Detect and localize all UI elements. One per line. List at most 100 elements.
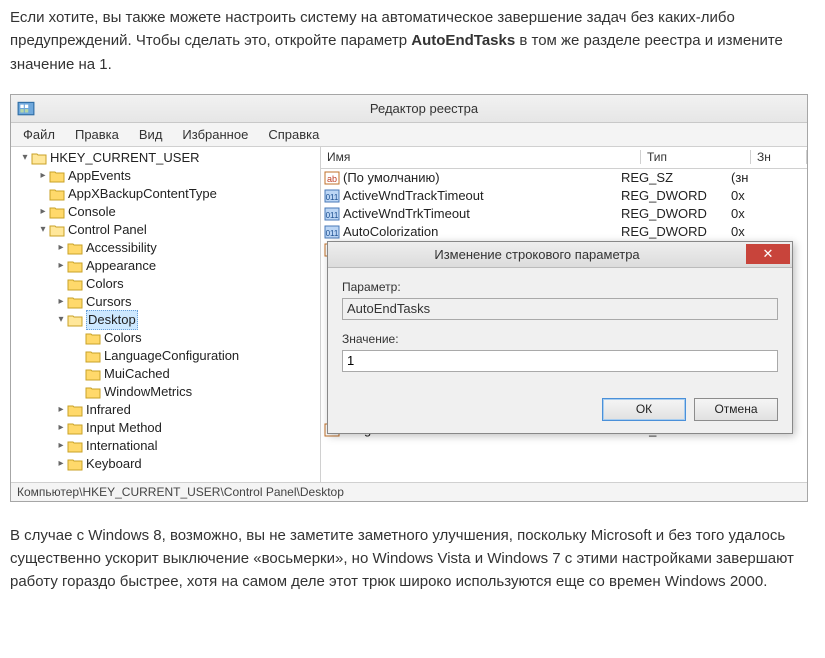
value-row[interactable]: 011ActiveWndTrackTimeoutREG_DWORD0x bbox=[321, 187, 807, 205]
tree-label: MuiCached bbox=[104, 365, 170, 383]
tree-node[interactable]: ▸Input Method bbox=[11, 419, 320, 437]
col-header-name[interactable]: Имя bbox=[321, 150, 641, 164]
dialog-buttons: ОК Отмена bbox=[328, 390, 792, 433]
col-header-type[interactable]: Тип bbox=[641, 150, 751, 164]
svg-text:011: 011 bbox=[326, 229, 339, 238]
close-icon: ✕ bbox=[763, 246, 774, 262]
tree-label: AppEvents bbox=[68, 167, 131, 185]
article-top: Если хотите, вы также можете настроить с… bbox=[10, 6, 815, 76]
menu-справка[interactable]: Справка bbox=[260, 125, 327, 144]
tree-node[interactable]: WindowMetrics bbox=[11, 383, 320, 401]
folder-icon bbox=[49, 223, 65, 237]
dialog-title: Изменение строкового параметра bbox=[328, 247, 746, 262]
col-header-data[interactable]: Зн bbox=[751, 150, 807, 164]
list-header: Имя Тип Зн bbox=[321, 147, 807, 169]
tree-node[interactable]: Colors bbox=[11, 275, 320, 293]
tree-label: AppXBackupContentType bbox=[68, 185, 217, 203]
svg-text:ab: ab bbox=[327, 174, 337, 184]
folder-icon bbox=[49, 169, 65, 183]
expander-icon[interactable]: ▸ bbox=[55, 293, 67, 311]
expander-icon[interactable]: ▸ bbox=[55, 437, 67, 455]
string-icon: ab bbox=[324, 170, 340, 186]
article-top-bold: AutoEndTasks bbox=[411, 32, 515, 49]
folder-icon bbox=[49, 187, 65, 201]
dialog-close-button[interactable]: ✕ bbox=[746, 244, 790, 264]
expander-icon[interactable]: ▸ bbox=[37, 167, 49, 185]
tree-label: Colors bbox=[104, 329, 142, 347]
menu-избранное[interactable]: Избранное bbox=[174, 125, 256, 144]
value-type: REG_SZ bbox=[621, 170, 731, 185]
value-field[interactable] bbox=[342, 350, 778, 372]
menu-файл[interactable]: Файл bbox=[15, 125, 63, 144]
article-bottom: В случае с Windows 8, возможно, вы не за… bbox=[10, 524, 815, 594]
tree-node[interactable]: ▾HKEY_CURRENT_USER bbox=[11, 149, 320, 167]
menu-вид[interactable]: Вид bbox=[131, 125, 171, 144]
tree-node[interactable]: ▾Desktop bbox=[11, 311, 320, 329]
folder-icon bbox=[67, 259, 83, 273]
regedit-window: Редактор реестра ФайлПравкаВидИзбранноеС… bbox=[10, 94, 808, 502]
expander-icon[interactable]: ▸ bbox=[55, 257, 67, 275]
folder-icon bbox=[67, 457, 83, 471]
menu-правка[interactable]: Правка bbox=[67, 125, 127, 144]
value-name: AutoColorization bbox=[343, 224, 438, 239]
tree-node[interactable]: LanguageConfiguration bbox=[11, 347, 320, 365]
svg-text:011: 011 bbox=[326, 193, 339, 202]
folder-icon bbox=[67, 403, 83, 417]
tree-label: Infrared bbox=[86, 401, 131, 419]
value-type: REG_DWORD bbox=[621, 188, 731, 203]
value-type: REG_DWORD bbox=[621, 224, 731, 239]
value-row[interactable]: 011ActiveWndTrkTimeoutREG_DWORD0x bbox=[321, 205, 807, 223]
dialog-body: Параметр: Значение: bbox=[328, 268, 792, 390]
value-row[interactable]: 011 AutoColorization REG_DWORD0x bbox=[321, 223, 807, 241]
folder-icon bbox=[85, 367, 101, 381]
value-row[interactable]: ab(По умолчанию)REG_SZ(зн bbox=[321, 169, 807, 187]
svg-text:011: 011 bbox=[326, 211, 339, 220]
tree-label: Accessibility bbox=[86, 239, 157, 257]
expander-icon[interactable]: ▸ bbox=[37, 203, 49, 221]
tree-node[interactable]: ▸ Accessibility bbox=[11, 239, 320, 257]
folder-icon bbox=[67, 439, 83, 453]
title-bar: Редактор реестра bbox=[11, 95, 807, 123]
folder-icon bbox=[49, 205, 65, 219]
value-data: 0x bbox=[731, 188, 807, 203]
dword-icon: 011 bbox=[324, 188, 340, 204]
expander-icon[interactable]: ▸ bbox=[55, 239, 67, 257]
tree-node[interactable]: ▸ Keyboard bbox=[11, 455, 320, 473]
folder-icon bbox=[67, 241, 83, 255]
tree-label: Keyboard bbox=[86, 455, 142, 473]
value-name: (По умолчанию) bbox=[343, 170, 440, 185]
tree-label: International bbox=[86, 437, 158, 455]
tree-node[interactable]: ▸ Infrared bbox=[11, 401, 320, 419]
expander-icon[interactable]: ▸ bbox=[55, 401, 67, 419]
tree-pane[interactable]: ▾HKEY_CURRENT_USER▸AppEventsAppXBackupCo… bbox=[11, 147, 321, 482]
expander-icon[interactable]: ▾ bbox=[19, 149, 31, 167]
tree-node[interactable]: ▸ Console bbox=[11, 203, 320, 221]
ok-button[interactable]: ОК bbox=[602, 398, 686, 421]
value-data: 0x bbox=[731, 206, 807, 221]
list-pane[interactable]: Имя Тип Зн ab(По умолчанию)REG_SZ(зн011A… bbox=[321, 147, 807, 482]
value-data: 0x bbox=[731, 224, 807, 239]
tree-node[interactable]: ▸Appearance bbox=[11, 257, 320, 275]
tree-node[interactable]: ▸ AppEvents bbox=[11, 167, 320, 185]
expander-icon[interactable]: ▾ bbox=[55, 311, 67, 329]
value-name: ActiveWndTrkTimeout bbox=[343, 206, 470, 221]
tree-node[interactable]: MuiCached bbox=[11, 365, 320, 383]
tree-node[interactable]: ▸ International bbox=[11, 437, 320, 455]
tree-node[interactable]: ▾Control Panel bbox=[11, 221, 320, 239]
status-bar: Компьютер\HKEY_CURRENT_USER\Control Pane… bbox=[11, 483, 807, 501]
tree-label: Cursors bbox=[86, 293, 132, 311]
expander-icon[interactable]: ▸ bbox=[55, 455, 67, 473]
expander-icon[interactable]: ▸ bbox=[55, 419, 67, 437]
tree-node[interactable]: AppXBackupContentType bbox=[11, 185, 320, 203]
expander-icon[interactable]: ▾ bbox=[37, 221, 49, 239]
tree-label: Console bbox=[68, 203, 116, 221]
cancel-button[interactable]: Отмена bbox=[694, 398, 778, 421]
tree-label: LanguageConfiguration bbox=[104, 347, 239, 365]
panes: ▾HKEY_CURRENT_USER▸AppEventsAppXBackupCo… bbox=[11, 147, 807, 483]
tree-node[interactable]: ▸ Cursors bbox=[11, 293, 320, 311]
folder-icon bbox=[67, 421, 83, 435]
tree-label: WindowMetrics bbox=[104, 383, 192, 401]
dialog-title-bar[interactable]: Изменение строкового параметра ✕ bbox=[328, 242, 792, 268]
folder-icon bbox=[67, 277, 83, 291]
tree-node[interactable]: Colors bbox=[11, 329, 320, 347]
